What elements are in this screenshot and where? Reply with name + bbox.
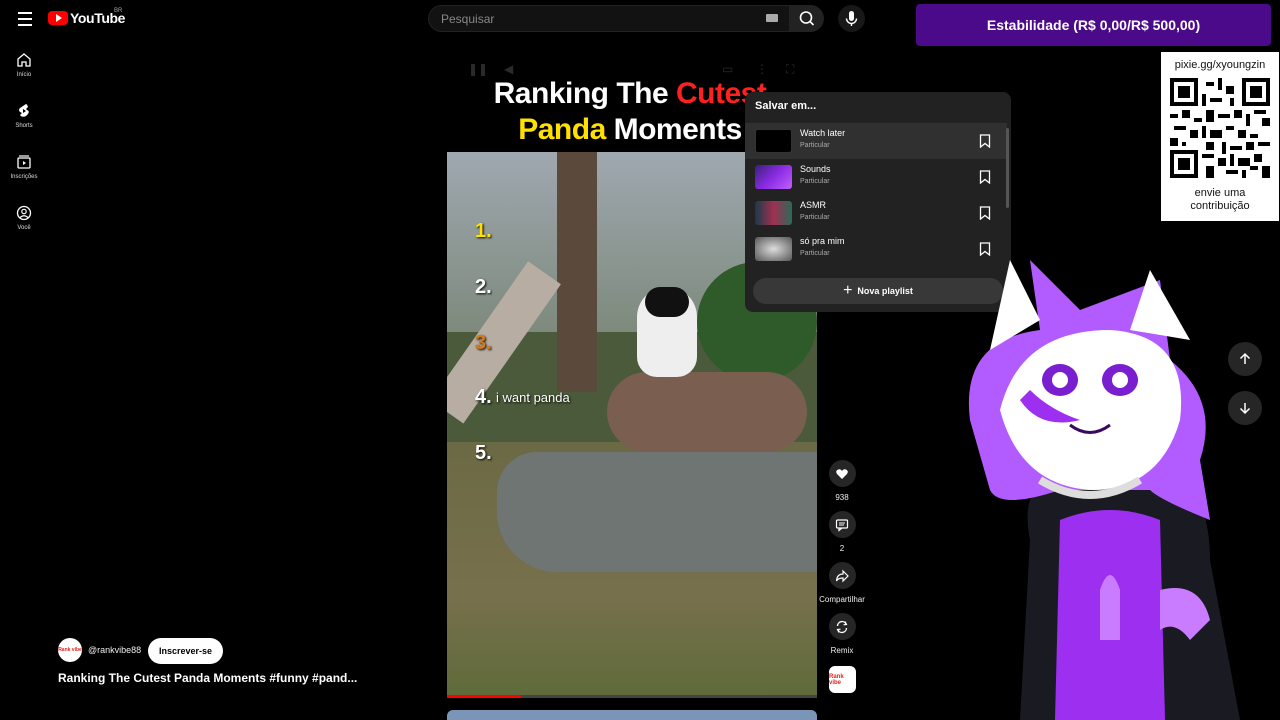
stability-goal-banner: Estabilidade (R$ 0,00/R$ 500,00) <box>916 4 1271 46</box>
donation-qr-card: pixie.gg/xyoungzin envie uma contribuiçã… <box>1161 52 1279 221</box>
playlist-name: Sounds <box>800 164 831 174</box>
playlist-thumbnail <box>755 237 792 261</box>
account-icon <box>16 205 32 221</box>
playlist-privacy: Particular <box>800 250 830 257</box>
menu-icon[interactable] <box>14 8 36 30</box>
popup-scrollbar[interactable] <box>1006 128 1009 208</box>
search-box <box>428 5 790 32</box>
remix-icon <box>836 620 848 633</box>
sidebar-item-label: Inscrições <box>10 174 38 180</box>
popup-heading: Salvar em... <box>755 100 817 112</box>
arrow-up-icon <box>1239 352 1251 364</box>
youtube-logo[interactable]: YouTube BR <box>48 8 125 26</box>
rank-1: 1. <box>475 220 492 242</box>
comment-icon <box>835 518 849 532</box>
comment-count: 2 <box>839 544 845 553</box>
playlist-name: só pra mim <box>800 236 845 246</box>
fullscreen-icon[interactable]: ⛶ <box>786 62 794 77</box>
keyboard-icon[interactable] <box>766 14 778 22</box>
arrow-down-icon <box>1239 403 1251 415</box>
sidebar-item-shorts[interactable]: Shorts <box>0 95 48 146</box>
region-code: BR <box>114 8 123 14</box>
bookmark-icon[interactable] <box>979 242 991 256</box>
playlist-name: Watch later <box>800 128 846 138</box>
rank-3: 3. <box>475 332 492 354</box>
search-button[interactable] <box>790 5 824 32</box>
donation-url: pixie.gg/xyoungzin <box>1174 59 1266 71</box>
channel-handle[interactable]: @rankvibe88 <box>88 645 141 655</box>
like-button[interactable]: 938 <box>822 460 862 502</box>
sidebar-item-label: Você <box>17 225 31 231</box>
share-icon <box>835 569 849 582</box>
video-rocks <box>607 372 807 452</box>
donation-line2: contribuição <box>1190 200 1250 212</box>
captions-icon[interactable]: ▭ <box>722 62 733 76</box>
panda-figure <box>637 287 697 377</box>
sidebar-item-subscriptions[interactable]: Inscrições <box>0 146 48 197</box>
remix-button[interactable]: Remix <box>822 613 862 655</box>
heart-icon <box>836 468 848 479</box>
subscriptions-icon <box>17 155 31 169</box>
title-line2-text: Moments <box>605 113 743 146</box>
share-label: Compartilhar <box>819 595 865 604</box>
video-tree <box>557 152 597 392</box>
comments-button[interactable]: 2 <box>822 511 862 553</box>
playlist-thumbnail <box>755 201 792 225</box>
short-actions: 938 2 Compartilhar Remix <box>819 460 865 664</box>
sidebar-item-label: Início <box>16 72 32 78</box>
donation-text: envie uma contribuição <box>1161 187 1279 213</box>
vtuber-character <box>968 260 1240 720</box>
sidebar: Início Shorts Inscrições Você <box>0 44 48 248</box>
mic-icon <box>845 11 858 26</box>
short-title[interactable]: Ranking The Cutest Panda Moments #funny … <box>58 671 357 685</box>
sidebar-item-you[interactable]: Você <box>0 197 48 248</box>
subscribe-button[interactable]: Inscrever-se <box>148 638 224 664</box>
more-options-icon[interactable]: ⋮ <box>756 62 768 76</box>
video-progress-bar[interactable] <box>447 695 817 698</box>
next-short-button[interactable] <box>1228 391 1262 425</box>
search-input[interactable] <box>429 6 749 31</box>
playlist-privacy: Particular <box>800 178 830 185</box>
bookmark-icon[interactable] <box>979 134 991 148</box>
plus-icon: + <box>843 282 853 299</box>
rank-4-caption: i want panda <box>496 390 570 405</box>
home-icon <box>17 53 31 67</box>
title-line1-text: Ranking The <box>493 77 676 110</box>
title-highlight-yellow: Panda <box>518 113 606 146</box>
playlist-item-sounds[interactable]: Sounds Particular <box>745 159 1007 195</box>
new-playlist-label: Nova playlist <box>857 286 913 296</box>
playlist-item-asmr[interactable]: ASMR Particular <box>745 195 1007 231</box>
video-progress-fill <box>447 695 521 698</box>
voice-search-button[interactable] <box>838 5 865 32</box>
shorts-icon <box>19 104 29 117</box>
rank-5: 5. <box>475 442 492 464</box>
remix-label: Remix <box>830 646 854 655</box>
playlist-thumbnail <box>755 129 792 153</box>
sidebar-item-home[interactable]: Início <box>0 44 48 95</box>
playlist-item-watch-later[interactable]: Watch later Particular <box>745 123 1007 159</box>
previous-short-button[interactable] <box>1228 342 1262 376</box>
search-icon <box>799 11 815 26</box>
channel-avatar[interactable]: Rank vibe <box>58 638 82 662</box>
share-button[interactable]: Compartilhar <box>819 562 865 604</box>
playlist-name: ASMR <box>800 200 827 210</box>
rank-4: 4. <box>475 386 492 408</box>
qr-code <box>1170 78 1270 178</box>
playlist-privacy: Particular <box>800 142 830 149</box>
video-pool <box>497 452 817 572</box>
like-count: 938 <box>835 493 849 502</box>
video-title-overlay: Ranking The Cutest Panda Moments <box>470 76 790 148</box>
playlist-thumbnail <box>755 165 792 189</box>
pause-icon[interactable]: ❚❚ <box>468 62 488 76</box>
next-short-preview[interactable] <box>447 710 817 720</box>
playlist-privacy: Particular <box>800 214 830 221</box>
volume-icon[interactable]: ◀ <box>504 62 513 76</box>
youtube-play-icon <box>48 11 68 25</box>
sidebar-item-label: Shorts <box>15 123 33 129</box>
bookmark-icon[interactable] <box>979 170 991 184</box>
bookmark-icon[interactable] <box>979 206 991 220</box>
rank-2: 2. <box>475 276 492 298</box>
sound-channel-avatar[interactable]: Rank vibe <box>829 666 856 693</box>
donation-line1: envie uma <box>1194 187 1246 199</box>
